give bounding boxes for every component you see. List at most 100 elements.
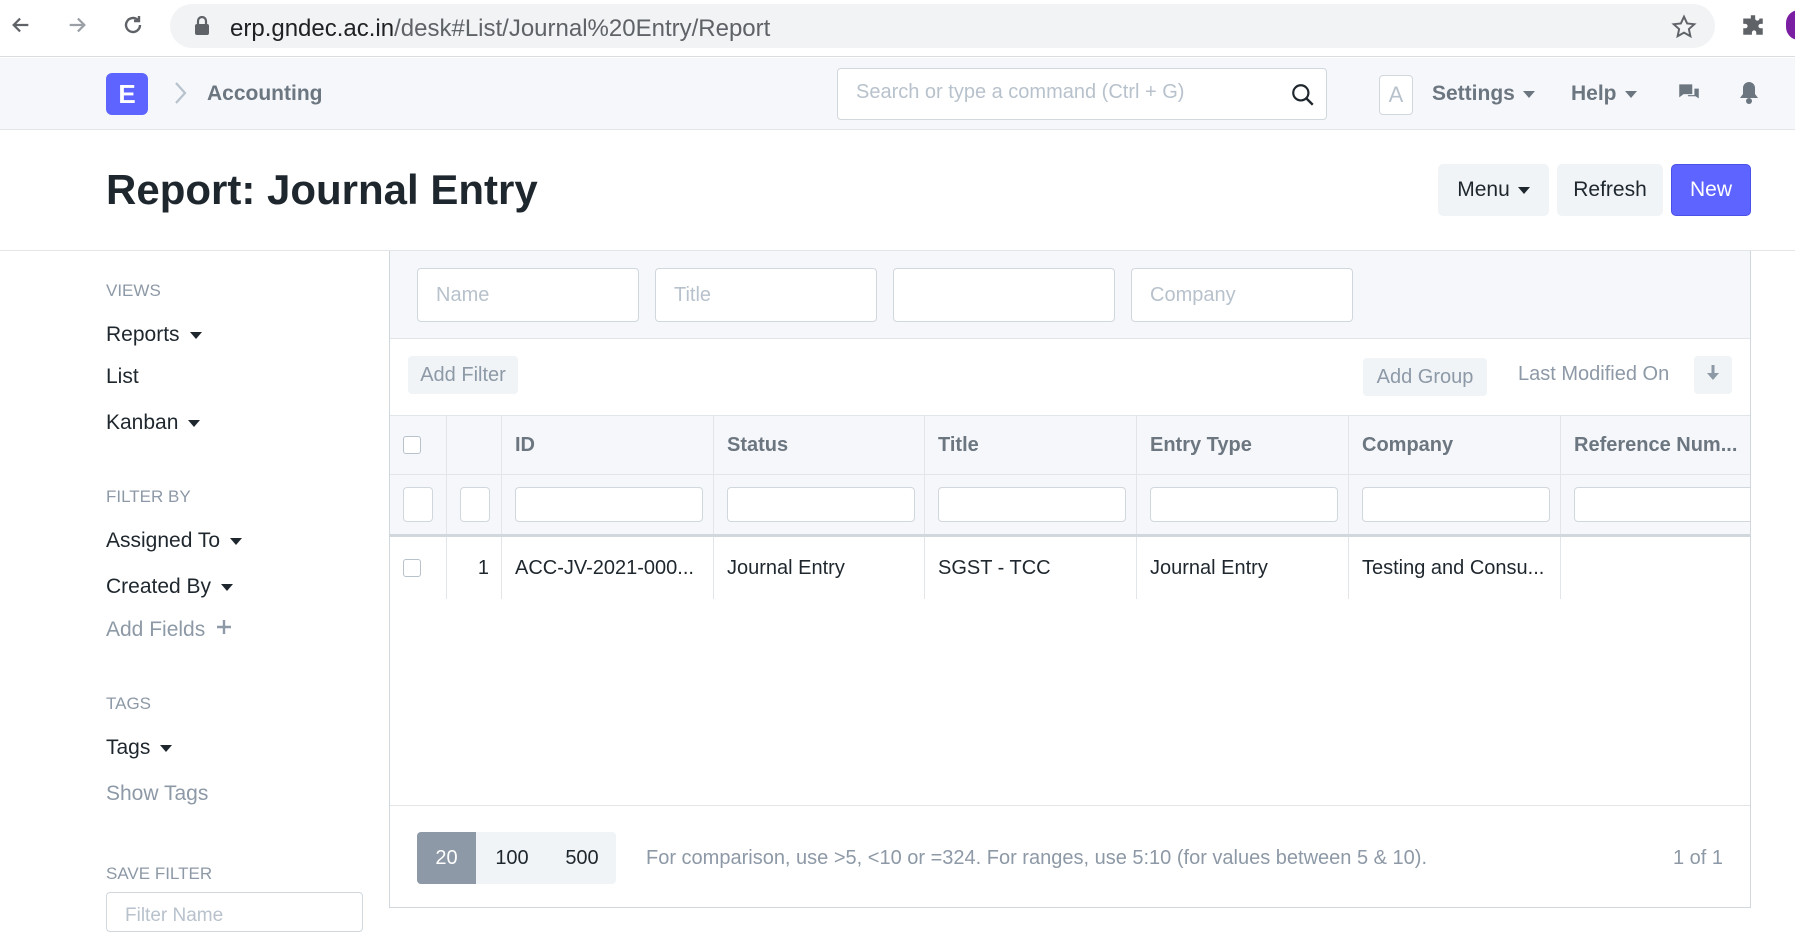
caret-down-icon <box>188 419 201 427</box>
select-all-cell <box>390 416 447 474</box>
filter-cell <box>390 475 447 534</box>
divider <box>390 805 1750 806</box>
chevron-right-icon <box>172 80 188 111</box>
user-avatar[interactable]: A <box>1379 75 1413 115</box>
browser-toolbar: erp.gndec.ac.in/desk#List/Journal%20Entr… <box>0 0 1795 57</box>
app-navbar: E Accounting A Settings Help <box>0 58 1795 130</box>
filter-by-heading: FILTER BY <box>106 487 191 506</box>
select-all-checkbox[interactable] <box>403 436 421 454</box>
search-input[interactable] <box>856 81 1276 104</box>
refresh-button[interactable]: Refresh <box>1557 164 1663 216</box>
filter-name-placeholder: Filter Name <box>125 905 224 926</box>
filter-cell <box>502 475 714 534</box>
caret-down-icon <box>1522 90 1535 98</box>
extensions-icon[interactable] <box>1740 12 1766 43</box>
cell-title[interactable]: SGST - TCC <box>925 537 1137 599</box>
add-fields-link[interactable]: Add Fields <box>106 618 233 642</box>
id-filter-input[interactable] <box>515 487 703 522</box>
sidebar-item-tags[interactable]: Tags <box>106 736 173 760</box>
company-filter <box>1131 268 1353 322</box>
page-length-500[interactable]: 500 <box>548 832 616 884</box>
page-count: 1 of 1 <box>1672 847 1723 869</box>
menu-button[interactable]: Menu <box>1438 164 1549 216</box>
notification-bell-icon[interactable] <box>1738 80 1760 111</box>
sidebar-item-label: Assigned To <box>106 529 221 552</box>
bookmark-star-icon[interactable] <box>1671 14 1697 45</box>
profile-avatar[interactable] <box>1786 10 1795 40</box>
sidebar-item-label: List <box>106 365 139 388</box>
sidebar-item-assigned-to[interactable]: Assigned To <box>106 529 243 553</box>
address-bar[interactable]: erp.gndec.ac.in/desk#List/Journal%20Entr… <box>170 4 1715 48</box>
settings-dropdown[interactable]: Settings <box>1432 82 1535 106</box>
views-heading: VIEWS <box>106 281 161 300</box>
row-checkbox[interactable] <box>403 559 421 577</box>
inline-filter-input[interactable] <box>460 487 490 522</box>
company-column-filter-input[interactable] <box>1362 487 1550 522</box>
table-header-row: ID Status Title Entry Type Company Refer… <box>390 415 1750 475</box>
lock-icon <box>194 15 210 41</box>
page-length-100[interactable]: 100 <box>476 832 548 884</box>
filter-cell <box>1349 475 1561 534</box>
title-filter-input[interactable] <box>674 284 854 307</box>
entry-type-filter-input[interactable] <box>1150 487 1338 522</box>
title-filter <box>655 268 877 322</box>
breadcrumb[interactable]: Accounting <box>207 82 323 106</box>
table-row[interactable]: 1 ACC-JV-2021-000... Journal Entry SGST … <box>390 537 1750 599</box>
filter-name-field[interactable]: Filter Name <box>106 892 363 932</box>
cell-entry-type[interactable]: Journal Entry <box>1137 537 1349 599</box>
sidebar-item-reports[interactable]: Reports <box>106 323 202 347</box>
sidebar-item-created-by[interactable]: Created By <box>106 575 234 599</box>
cell-reference-number[interactable] <box>1561 537 1750 599</box>
chat-icon[interactable] <box>1676 80 1702 111</box>
add-group-button[interactable]: Add Group <box>1363 358 1487 396</box>
sidebar-item-label: Tags <box>106 736 151 759</box>
column-header-company[interactable]: Company <box>1349 416 1561 474</box>
help-dropdown[interactable]: Help <box>1571 82 1637 106</box>
url-path: /desk#List/Journal%20Entry/Report <box>394 15 771 42</box>
row-select-cell <box>390 537 447 599</box>
inline-filter-input[interactable] <box>403 487 433 522</box>
caret-down-icon <box>221 583 234 591</box>
name-filter-input[interactable] <box>436 284 616 307</box>
name-filter <box>417 268 639 322</box>
filter-cell <box>714 475 925 534</box>
sort-selector[interactable]: Last Modified On <box>1518 363 1669 386</box>
add-filter-button[interactable]: Add Filter <box>408 356 518 394</box>
title-column-filter-input[interactable] <box>938 487 1126 522</box>
app-logo[interactable]: E <box>106 73 148 115</box>
column-header-title[interactable]: Title <box>925 416 1137 474</box>
sidebar-item-kanban[interactable]: Kanban <box>106 411 201 435</box>
column-header-status[interactable]: Status <box>714 416 925 474</box>
report-datatable: ID Status Title Entry Type Company Refer… <box>390 415 1750 790</box>
inline-filter-row <box>390 475 1750 537</box>
filter-cell <box>1561 475 1750 534</box>
sort-order-button[interactable] <box>1694 356 1732 394</box>
back-icon[interactable] <box>6 10 36 40</box>
column-header-entry-type[interactable]: Entry Type <box>1137 416 1349 474</box>
cell-company[interactable]: Testing and Consu... <box>1349 537 1561 599</box>
search-icon <box>1290 82 1316 113</box>
company-filter-input[interactable] <box>1150 284 1330 307</box>
url-text: erp.gndec.ac.in/desk#List/Journal%20Entr… <box>230 15 770 43</box>
reload-icon[interactable] <box>118 10 148 40</box>
filter-cell <box>925 475 1137 534</box>
cell-id[interactable]: ACC-JV-2021-000... <box>502 537 714 599</box>
save-filter-heading: SAVE FILTER <box>106 864 213 883</box>
column-header-reference-number[interactable]: Reference Num... <box>1561 416 1750 474</box>
reference-filter-input[interactable] <box>1574 487 1750 522</box>
show-tags-link[interactable]: Show Tags <box>106 782 208 806</box>
column-header-id[interactable]: ID <box>502 416 714 474</box>
tags-heading: TAGS <box>106 694 152 713</box>
new-button[interactable]: New <box>1671 164 1751 216</box>
filter-help-text: For comparison, use >5, <10 or =324. For… <box>646 847 1427 869</box>
sidebar-item-label: Kanban <box>106 411 179 434</box>
status-filter-input[interactable] <box>727 487 915 522</box>
caret-down-icon <box>230 537 243 545</box>
blank-filter-input[interactable] <box>912 284 1092 307</box>
page-length-20[interactable]: 20 <box>417 832 476 884</box>
help-label: Help <box>1571 82 1617 105</box>
cell-status[interactable]: Journal Entry <box>714 537 925 599</box>
sidebar-item-label: Reports <box>106 323 180 346</box>
sidebar-item-list[interactable]: List <box>106 365 139 389</box>
forward-icon[interactable] <box>62 10 92 40</box>
